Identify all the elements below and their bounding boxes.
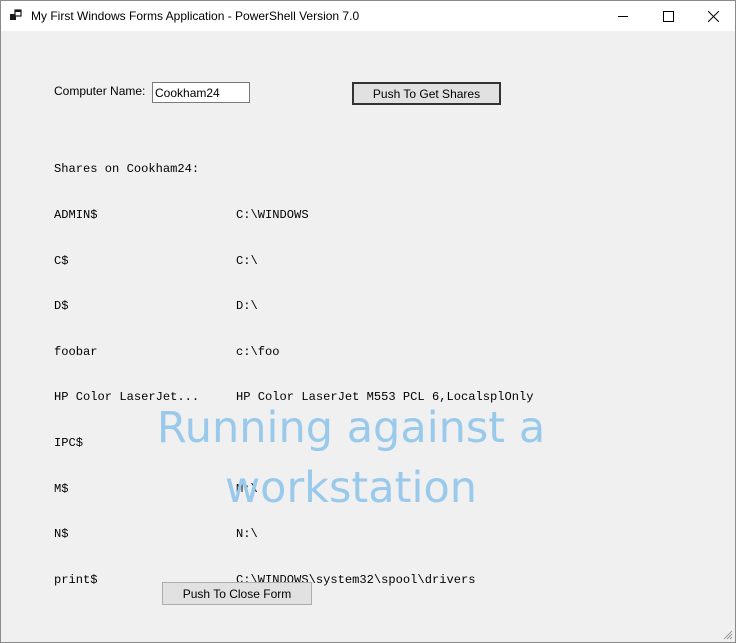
form-window: My First Windows Forms Application - Pow… (0, 0, 736, 643)
share-path: c:\foo (236, 344, 280, 359)
minimize-icon (618, 16, 628, 17)
share-row: C$ C:\ (54, 254, 534, 269)
status-banner-line2: workstation (224, 463, 478, 513)
resize-grip-icon[interactable] (721, 628, 733, 640)
share-path: C:\WINDOWS (236, 208, 309, 222)
minimize-button[interactable] (601, 1, 646, 31)
share-row: ADMIN$ C:\WINDOWS (54, 208, 534, 223)
share-name: foobar (54, 344, 98, 359)
share-name: N$ (54, 527, 69, 542)
share-name: D$ (54, 299, 69, 314)
title-bar[interactable]: My First Windows Forms Application - Pow… (1, 1, 735, 31)
share-name: ADMIN$ (54, 208, 98, 222)
window-title: My First Windows Forms Application - Pow… (31, 9, 360, 23)
get-shares-button[interactable]: Push To Get Shares (352, 82, 501, 105)
share-name: C$ (54, 253, 69, 268)
maximize-icon (663, 11, 674, 22)
share-row: N$ N:\ (54, 527, 534, 542)
share-path: C:\ (236, 253, 258, 268)
share-path: N:\ (236, 527, 258, 542)
close-icon (708, 11, 719, 22)
share-row: foobar c:\foo (54, 345, 534, 360)
close-button[interactable] (691, 1, 735, 31)
app-icon (10, 9, 22, 20)
status-banner-line1: Running against a (156, 403, 546, 453)
status-banner: Running against a workstation (101, 398, 601, 518)
computer-name-input[interactable] (152, 82, 250, 103)
maximize-button[interactable] (646, 1, 691, 31)
share-row: D$ D:\ (54, 299, 534, 314)
shares-output: Shares on Cookham24: ADMIN$ C:\WINDOWS C$… (54, 132, 534, 618)
share-path: D:\ (236, 299, 258, 314)
computer-name-label: Computer Name: (54, 84, 146, 98)
close-form-button[interactable]: Push To Close Form (162, 582, 312, 605)
form-client-area: Computer Name: Push To Get Shares Shares… (1, 31, 735, 642)
shares-header: Shares on Cookham24: (54, 162, 200, 177)
